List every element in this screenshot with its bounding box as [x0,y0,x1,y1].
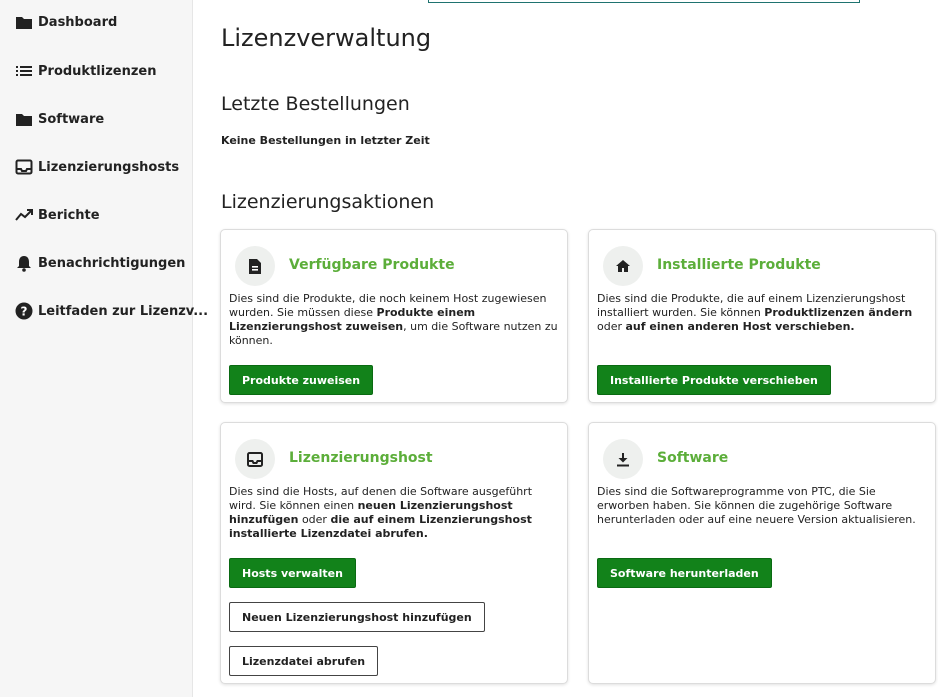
sidebar-item-label: Leitfaden zur Lizenzv... [38,303,209,319]
top-search-bar-edge [428,0,860,3]
add-licensing-host-button[interactable]: Neuen Lizenzierungshost hinzufügen [229,602,485,632]
card-licensing-host: Lizenzierungshost Dies sind die Hosts, a… [220,422,568,684]
page-title: Lizenzverwaltung [221,24,432,52]
sidebar-item-benachrichtigungen[interactable]: Benachrichtigungen [15,251,185,275]
move-installed-products-button[interactable]: Installierte Produkte verschieben [597,365,831,395]
inbox-icon [235,439,275,479]
card-description: Dies sind die Produkte, die noch keinem … [229,292,558,347]
card-title: Installierte Produkte [657,257,821,273]
document-icon [235,246,275,286]
card-description: Dies sind die Hosts, auf denen die Softw… [229,485,533,540]
trending-up-icon [15,206,33,224]
sidebar-item-label: Berichte [38,207,100,223]
help-circle-icon: ? [15,302,33,320]
card-title: Software [657,450,729,466]
sidebar-item-leitfaden[interactable]: ? Leitfaden zur Lizenzv... [15,299,208,323]
folder-icon [15,110,33,128]
svg-text:?: ? [21,305,28,319]
sidebar: Dashboard Produktlizenzen Software Lizen… [0,0,208,697]
sidebar-item-software[interactable]: Software [15,107,104,131]
sidebar-item-label: Produktlizenzen [38,63,157,79]
sidebar-item-label: Benachrichtigungen [38,255,186,271]
card-description: Dies sind die Softwareprogramme von PTC,… [597,485,916,526]
card-description: Dies sind die Produkte, die auf einem Li… [597,292,913,333]
recent-orders-title: Letzte Bestellungen [221,93,410,115]
inbox-icon [15,158,33,176]
sidebar-item-dashboard[interactable]: Dashboard [15,10,117,34]
card-title: Verfügbare Produkte [289,257,455,273]
list-icon [15,62,33,80]
manage-hosts-button[interactable]: Hosts verwalten [229,558,356,588]
card-software: Software Dies sind die Softwareprogramme… [588,422,936,684]
bell-icon [15,254,33,272]
download-software-button[interactable]: Software herunterladen [597,558,772,588]
sidebar-item-produktlizenzen[interactable]: Produktlizenzen [15,59,156,83]
licensing-actions-title: Lizenzierungsaktionen [221,191,435,213]
recent-orders-empty-text: Keine Bestellungen in letzter Zeit [221,134,430,147]
sidebar-item-berichte[interactable]: Berichte [15,203,100,227]
card-installed-products: Installierte Produkte Dies sind die Prod… [588,229,936,403]
sidebar-item-lizenzierungshosts[interactable]: Lizenzierungshosts [15,155,179,179]
download-icon [603,439,643,479]
card-available-products: Verfügbare Produkte Dies sind die Produk… [220,229,568,403]
folder-icon [15,13,33,31]
sidebar-item-label: Dashboard [38,14,118,30]
sidebar-item-label: Lizenzierungshosts [38,159,180,175]
home-icon [603,246,643,286]
sidebar-item-label: Software [38,111,105,127]
retrieve-license-file-button[interactable]: Lizenzdatei abrufen [229,646,379,676]
assign-products-button[interactable]: Produkte zuweisen [229,365,374,395]
card-title: Lizenzierungshost [289,450,433,466]
